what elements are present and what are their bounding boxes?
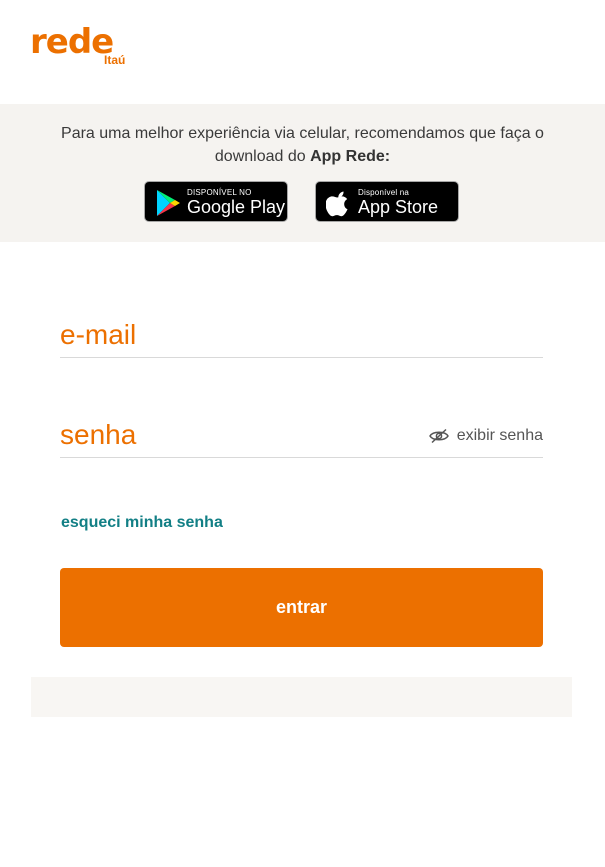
google-play-small-label: DISPONÍVEL NO: [187, 188, 252, 197]
banner-app-name: App Rede:: [310, 148, 391, 165]
google-play-label: Google Play: [187, 197, 286, 217]
rede-logo[interactable]: rede Itaú: [30, 24, 140, 74]
google-play-icon: [157, 190, 180, 216]
password-field: exibir senha: [60, 406, 543, 458]
forgot-password-link[interactable]: esqueci minha senha: [61, 514, 223, 532]
google-play-button[interactable]: DISPONÍVEL NO Google Play: [144, 181, 288, 222]
eye-slash-icon: [428, 428, 449, 444]
app-store-label: App Store: [358, 197, 439, 217]
logo-wordmark: rede: [30, 22, 114, 62]
login-button[interactable]: entrar: [60, 568, 543, 647]
banner-text: Para uma melhor experiência via celular,…: [61, 125, 544, 165]
show-password-toggle[interactable]: exibir senha: [428, 427, 543, 445]
header: rede Itaú: [0, 0, 605, 104]
app-store-small-label: Disponível na: [358, 188, 410, 197]
footer-strip: [31, 677, 572, 717]
app-store-button[interactable]: Disponível na App Store: [315, 181, 459, 222]
email-input[interactable]: [60, 315, 420, 355]
app-download-banner: Para uma melhor experiência via celular,…: [0, 104, 605, 242]
logo-subtitle: Itaú: [104, 53, 126, 67]
apple-icon: [326, 191, 348, 217]
password-input[interactable]: [60, 415, 420, 455]
banner-message: Para uma melhor experiência via celular,…: [40, 122, 565, 168]
show-password-label: exibir senha: [456, 427, 543, 444]
email-field: [60, 306, 543, 358]
